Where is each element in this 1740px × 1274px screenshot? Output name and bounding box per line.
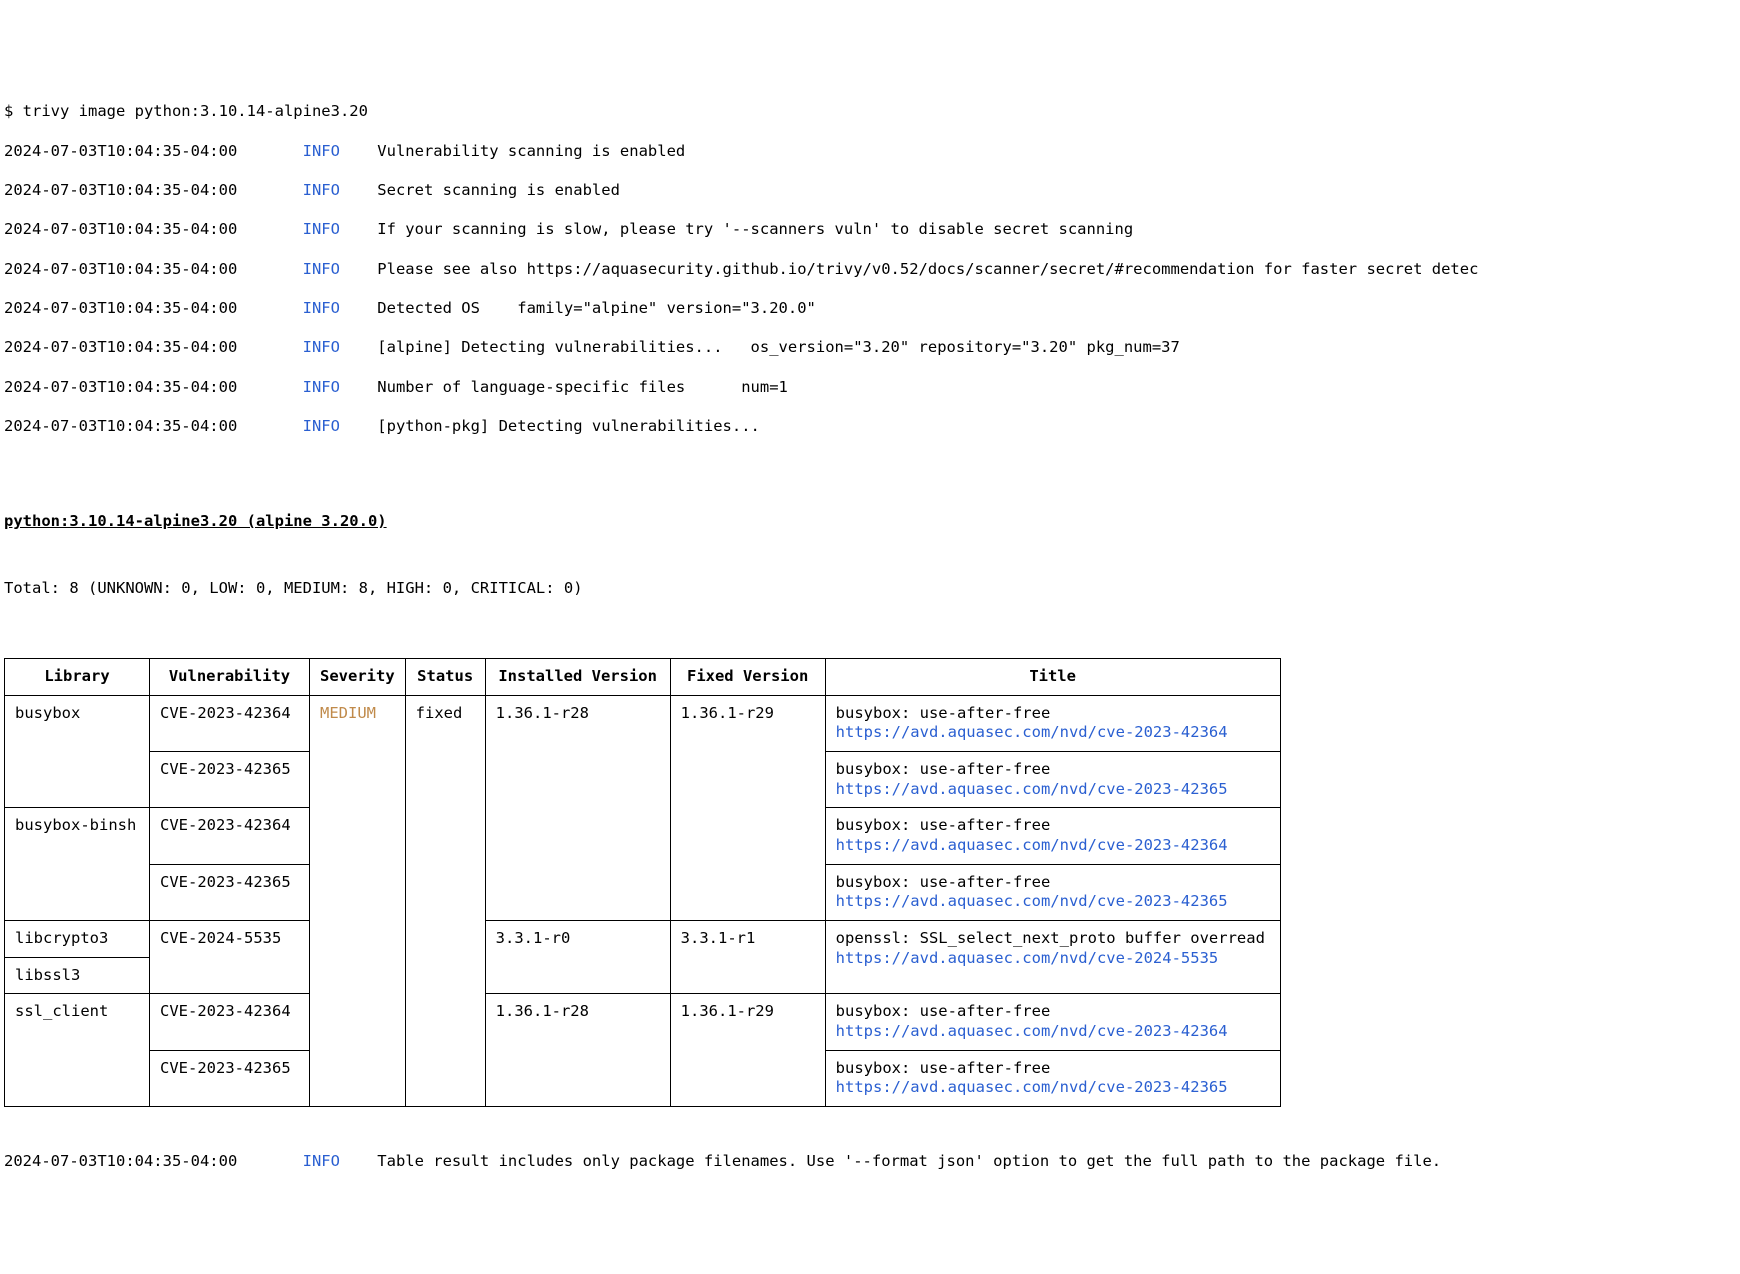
col-library: Library [5,658,150,695]
cell-fixed: 1.36.1-r29 [670,695,825,920]
log-line: 2024-07-03T10:04:35-04:00 INFO If your s… [4,220,1736,240]
log-level: INFO [303,338,340,356]
footer-log-line: 2024-07-03T10:04:35-04:00 INFO Table res… [4,1152,1736,1172]
cell-fixed: 1.36.1-r29 [670,994,825,1107]
log-message: If your scanning is slow, please try '--… [377,220,1133,238]
log-timestamp: 2024-07-03T10:04:35-04:00 [4,378,237,396]
vuln-title: busybox: use-after-free [836,1059,1270,1079]
vuln-link[interactable]: https://avd.aquasec.com/nvd/cve-2023-423… [836,723,1270,743]
scan-totals: Total: 8 (UNKNOWN: 0, LOW: 0, MEDIUM: 8,… [4,579,1736,599]
log-line: 2024-07-03T10:04:35-04:00 INFO Secret sc… [4,181,1736,201]
col-vulnerability: Vulnerability [150,658,310,695]
cell-installed: 1.36.1-r28 [485,695,670,920]
cell-library: busybox [5,695,150,808]
log-level: INFO [303,417,340,435]
log-message: Secret scanning is enabled [377,181,620,199]
log-message: [python-pkg] Detecting vulnerabilities..… [377,417,760,435]
log-level: INFO [303,220,340,238]
log-timestamp: 2024-07-03T10:04:35-04:00 [4,181,237,199]
cell-library: ssl_client [5,994,150,1107]
log-timestamp: 2024-07-03T10:04:35-04:00 [4,299,237,317]
cell-title: busybox: use-after-free https://avd.aqua… [825,751,1280,807]
vulnerability-table: Library Vulnerability Severity Status In… [4,658,1281,1107]
log-level: INFO [303,181,340,199]
col-status: Status [405,658,485,695]
log-timestamp: 2024-07-03T10:04:35-04:00 [4,220,237,238]
vuln-title: openssl: SSL_select_next_proto buffer ov… [836,929,1270,949]
cell-title: busybox: use-after-free https://avd.aqua… [825,864,1280,920]
vuln-link[interactable]: https://avd.aquasec.com/nvd/cve-2023-423… [836,780,1270,800]
col-fixed-version: Fixed Version [670,658,825,695]
vuln-title: busybox: use-after-free [836,704,1270,724]
log-level: INFO [303,142,340,160]
cell-cve: CVE-2023-42364 [150,994,310,1050]
log-line: 2024-07-03T10:04:35-04:00 INFO Number of… [4,378,1736,398]
table-header-row: Library Vulnerability Severity Status In… [5,658,1281,695]
cell-library: busybox-binsh [5,808,150,921]
log-timestamp: 2024-07-03T10:04:35-04:00 [4,260,237,278]
vuln-link[interactable]: https://avd.aquasec.com/nvd/cve-2023-423… [836,1078,1270,1098]
vuln-link[interactable]: https://avd.aquasec.com/nvd/cve-2023-423… [836,892,1270,912]
log-timestamp: 2024-07-03T10:04:35-04:00 [4,142,237,160]
log-message: Detected OS family="alpine" version="3.2… [377,299,816,317]
severity-medium: MEDIUM [320,704,376,722]
vuln-link[interactable]: https://avd.aquasec.com/nvd/cve-2023-423… [836,1022,1270,1042]
cell-cve: CVE-2023-42364 [150,808,310,864]
vuln-link[interactable]: https://avd.aquasec.com/nvd/cve-2023-423… [836,836,1270,856]
log-timestamp: 2024-07-03T10:04:35-04:00 [4,338,237,356]
col-installed-version: Installed Version [485,658,670,695]
cell-cve: CVE-2023-42365 [150,751,310,807]
cell-status: fixed [405,695,485,1106]
command-line: $ trivy image python:3.10.14-alpine3.20 [4,102,1736,122]
log-message: Number of language-specific files num=1 [377,378,788,396]
col-severity: Severity [310,658,406,695]
log-line: 2024-07-03T10:04:35-04:00 INFO [python-p… [4,417,1736,437]
cell-installed: 3.3.1-r0 [485,920,670,993]
table-row: ssl_client CVE-2023-42364 1.36.1-r28 1.3… [5,994,1281,1050]
vuln-title: busybox: use-after-free [836,816,1270,836]
log-line: 2024-07-03T10:04:35-04:00 INFO [alpine] … [4,338,1736,358]
cell-title: busybox: use-after-free https://avd.aqua… [825,1050,1280,1106]
cell-installed: 1.36.1-r28 [485,994,670,1107]
vuln-title: busybox: use-after-free [836,873,1270,893]
vuln-link[interactable]: https://avd.aquasec.com/nvd/cve-2024-553… [836,949,1270,969]
cell-cve: CVE-2023-42365 [150,864,310,920]
cell-cve: CVE-2023-42365 [150,1050,310,1106]
scan-target-heading: python:3.10.14-alpine3.20 (alpine 3.20.0… [4,512,1736,532]
log-timestamp: 2024-07-03T10:04:35-04:00 [4,417,237,435]
log-level: INFO [303,378,340,396]
cell-severity: MEDIUM [310,695,406,1106]
log-message: Please see also https://aquasecurity.git… [377,260,1478,278]
log-line: 2024-07-03T10:04:35-04:00 INFO Please se… [4,260,1736,280]
cell-cve: CVE-2024-5535 [150,920,310,993]
log-level: INFO [303,260,340,278]
cell-title: busybox: use-after-free https://avd.aqua… [825,994,1280,1050]
cell-title: busybox: use-after-free https://avd.aqua… [825,695,1280,751]
cell-cve: CVE-2023-42364 [150,695,310,751]
log-message: Table result includes only package filen… [377,1152,1441,1170]
vuln-title: busybox: use-after-free [836,760,1270,780]
log-timestamp: 2024-07-03T10:04:35-04:00 [4,1152,237,1170]
log-level: INFO [303,1152,340,1170]
log-message: Vulnerability scanning is enabled [377,142,685,160]
table-row: busybox CVE-2023-42364 MEDIUM fixed 1.36… [5,695,1281,751]
log-line: 2024-07-03T10:04:35-04:00 INFO Detected … [4,299,1736,319]
log-message: [alpine] Detecting vulnerabilities... os… [377,338,1180,356]
log-level: INFO [303,299,340,317]
cell-title: openssl: SSL_select_next_proto buffer ov… [825,920,1280,993]
col-title: Title [825,658,1280,695]
cell-library: libcrypto3 [5,920,150,957]
cell-fixed: 3.3.1-r1 [670,920,825,993]
terminal-output: $ trivy image python:3.10.14-alpine3.20 … [4,83,1736,457]
log-line: 2024-07-03T10:04:35-04:00 INFO Vulnerabi… [4,142,1736,162]
table-row: libcrypto3 CVE-2024-5535 3.3.1-r0 3.3.1-… [5,920,1281,957]
vuln-title: busybox: use-after-free [836,1002,1270,1022]
cell-title: busybox: use-after-free https://avd.aqua… [825,808,1280,864]
